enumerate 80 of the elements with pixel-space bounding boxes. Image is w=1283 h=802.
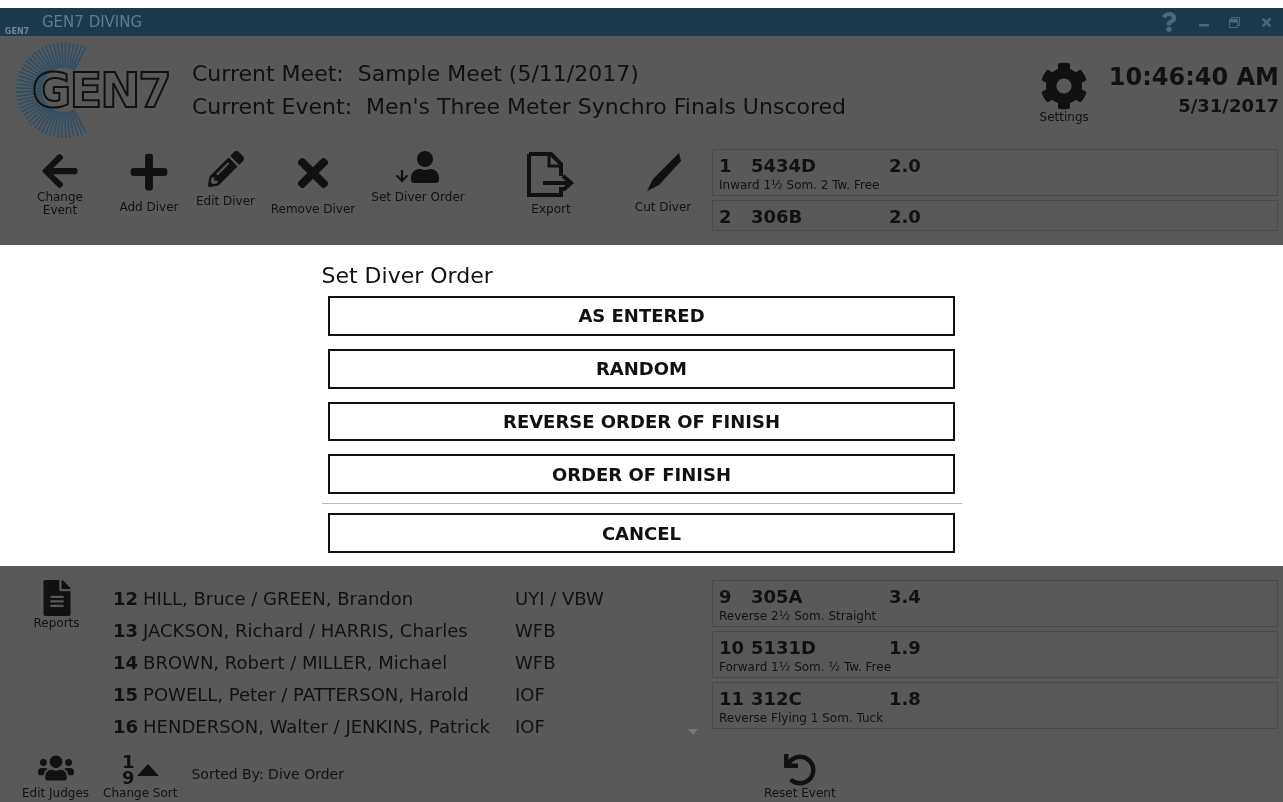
dive-card[interactable]: 10 5131D 1.9 Forward 1½ Som. ½ Tw. Free	[712, 631, 1278, 678]
dive-description: Reverse Flying 1 Som. Tuck	[719, 711, 885, 725]
diver-names: HILL, Bruce / GREEN, Brandon	[143, 587, 415, 609]
up-triangle-icon	[136, 763, 159, 776]
diver-names: BROWN, Robert / MILLER, Michael	[143, 651, 449, 673]
diver-row[interactable]: 15 POWELL, Peter / PATTERSON, Harold IOF	[113, 678, 712, 710]
diver-number: 14	[113, 651, 139, 673]
toolbar-button[interactable]: Export	[511, 151, 591, 217]
diver-names: HENDERSON, Walter / JENKINS, Patrick	[143, 715, 491, 737]
toolbar-button[interactable]: Edit Diver	[188, 151, 263, 209]
clock-date: 5/31/2017	[1178, 95, 1279, 116]
diver-row[interactable]: 12 HILL, Bruce / GREEN, Brandon UYI / VBW	[113, 582, 712, 614]
diver-row[interactable]: 16 HENDERSON, Walter / JENKINS, Patrick IOF	[113, 710, 712, 742]
toolbar-button[interactable]: Cut Diver	[623, 151, 703, 215]
settings-icon	[1040, 61, 1089, 110]
order-option-button[interactable]: ORDER OF FINISH	[328, 454, 955, 495]
sorted-by-label: Sorted By: Dive Order	[191, 766, 344, 782]
current-event: Current Event: Men's Three Meter Synchro Finals Unscored	[192, 93, 846, 119]
dive-description: Reverse 2½ Som. Straight	[719, 609, 878, 623]
order-option-button[interactable]: RANDOM	[328, 348, 955, 389]
window-title: GEN7 DIVING	[42, 13, 143, 31]
person-down-arrow-icon	[395, 151, 441, 183]
dialog-title: Set Diver Order	[321, 263, 493, 288]
diver-names: JACKSON, Richard / HARRIS, Charles	[143, 619, 469, 641]
diver-number: 15	[113, 683, 139, 705]
dive-card[interactable]: 2 306B 2.0	[712, 200, 1278, 231]
toolbar-button[interactable]: Remove Diver	[263, 151, 363, 217]
current-meet: Current Meet: Sample Meet (5/11/2017)	[192, 60, 640, 86]
back-arrow-icon	[40, 151, 80, 191]
dive-number: 2	[719, 206, 733, 227]
dive-description: Inward 1½ Som. 2 Tw. Free	[719, 178, 881, 192]
cancel-button[interactable]: CANCEL	[328, 513, 955, 554]
degree-of-difficulty: 1.8	[889, 688, 921, 709]
edit-judges-button[interactable]: Edit Judges	[22, 750, 90, 800]
dive-number: 1	[719, 155, 733, 176]
reset-event-button[interactable]: Reset Event	[763, 754, 836, 800]
plus-icon	[128, 151, 170, 193]
dive-code: 305A	[751, 586, 804, 607]
diver-team: WFB	[515, 651, 556, 673]
diver-number: 16	[113, 715, 139, 737]
diver-team: IOF	[515, 715, 545, 737]
scroll-down-icon[interactable]	[688, 729, 698, 735]
degree-of-difficulty: 3.4	[889, 586, 921, 607]
dive-number: 10	[719, 637, 746, 658]
degree-of-difficulty: 2.0	[889, 155, 921, 176]
diver-team: WFB	[515, 619, 556, 641]
close-icon[interactable]	[1260, 15, 1273, 29]
degree-of-difficulty: 2.0	[889, 206, 921, 227]
dive-number: 11	[719, 688, 746, 709]
diver-row[interactable]: 13 JACKSON, Richard / HARRIS, Charles WFB	[113, 614, 712, 646]
dive-card[interactable]: 9 305A 3.4 Reverse 2½ Som. Straight	[712, 580, 1278, 627]
dive-card[interactable]: 11 312C 1.8 Reverse Flying 1 Som. Tuck	[712, 682, 1278, 729]
app-icon: GEN7	[4, 8, 30, 36]
change-sort-button[interactable]: 1 9 Change Sort	[103, 753, 178, 800]
degree-of-difficulty: 1.9	[889, 637, 921, 658]
toolbar-button[interactable]: Change Event	[20, 151, 100, 218]
restore-icon[interactable]	[1229, 16, 1240, 28]
diver-number: 12	[113, 587, 139, 609]
order-option-button[interactable]: AS ENTERED	[328, 296, 955, 336]
order-option-button[interactable]: REVERSE ORDER OF FINISH	[328, 401, 955, 442]
diver-team: UYI / VBW	[515, 587, 604, 609]
dive-number: 9	[719, 586, 733, 607]
clock-time: 10:46:40 AM	[1108, 63, 1279, 91]
reports-button[interactable]: Reports	[33, 580, 80, 630]
logo: GEN7	[14, 39, 184, 140]
dive-code: 312C	[751, 688, 803, 709]
toolbar-button[interactable]: Set Diver Order	[363, 151, 473, 205]
diver-team: IOF	[515, 683, 545, 705]
settings-button[interactable]: Settings	[1039, 61, 1089, 124]
dive-code: 306B	[751, 206, 804, 227]
dive-card[interactable]: 1 5434D 2.0 Inward 1½ Som. 2 Tw. Free	[712, 149, 1278, 196]
dive-code: 5131D	[751, 637, 818, 658]
pencil-icon	[207, 151, 244, 187]
dive-code: 5434D	[751, 155, 818, 176]
dive-description: Forward 1½ Som. ½ Tw. Free	[719, 660, 893, 674]
diver-names: POWELL, Peter / PATTERSON, Harold	[143, 683, 470, 705]
diver-row[interactable]: 14 BROWN, Robert / MILLER, Michael WFB	[113, 646, 712, 678]
toolbar-button[interactable]: Add Diver	[110, 151, 188, 215]
undo-arrow-icon	[783, 754, 816, 786]
diver-number: 13	[113, 619, 139, 641]
